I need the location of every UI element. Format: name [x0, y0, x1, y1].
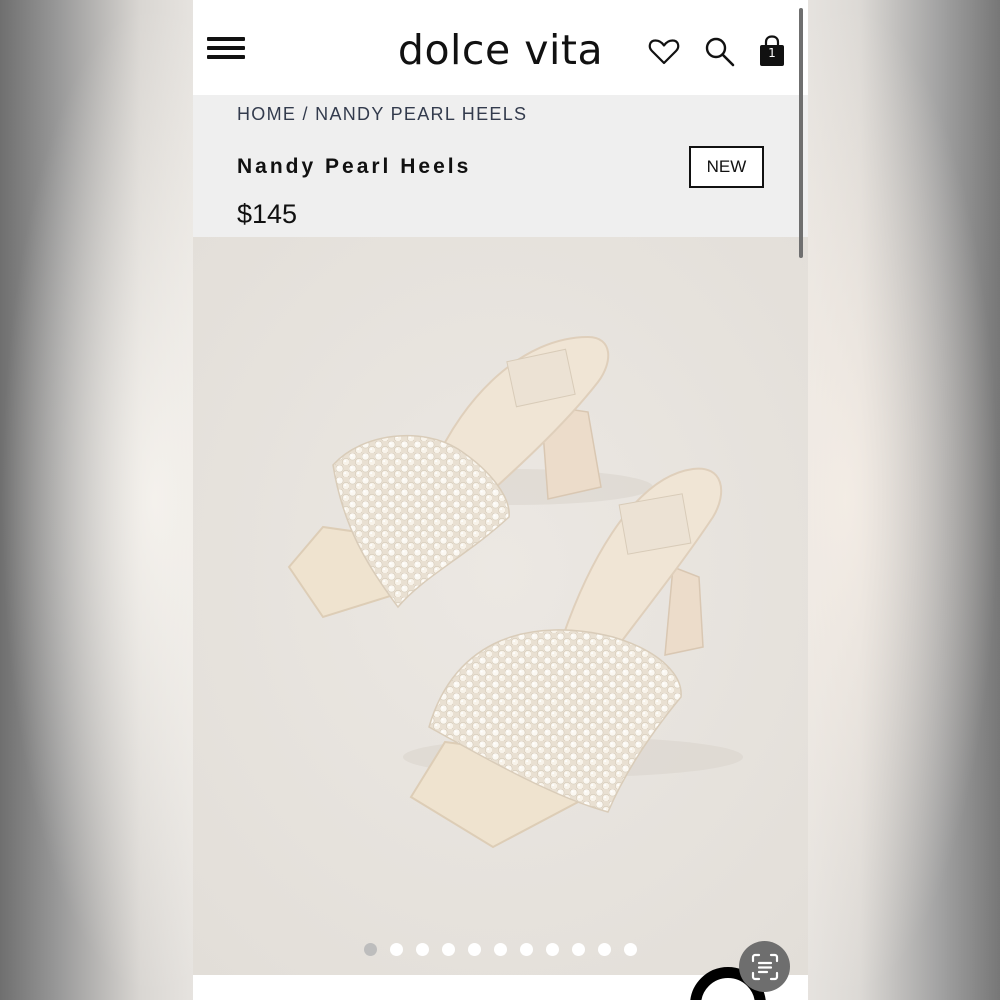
product-price: $145	[237, 199, 298, 229]
site-header: dolce vita 1	[193, 0, 808, 95]
scrollbar[interactable]	[799, 8, 803, 258]
scan-text-icon[interactable]	[739, 941, 790, 992]
gallery-dot[interactable]	[546, 943, 559, 956]
phone-screen: dolce vita 1 HOME / NANDY PEARL HEELS Na…	[193, 0, 808, 1000]
breadcrumb-separator: /	[302, 104, 309, 124]
breadcrumb-home-link[interactable]: HOME	[237, 104, 296, 124]
cart-count-badge: 1	[768, 46, 776, 60]
gallery-dot[interactable]	[442, 943, 455, 956]
heart-icon[interactable]	[646, 34, 682, 70]
background-right	[808, 0, 1000, 1000]
gallery-dot[interactable]	[468, 943, 481, 956]
gallery-pagination	[193, 943, 808, 956]
new-badge: NEW	[689, 146, 764, 188]
gallery-dot[interactable]	[572, 943, 585, 956]
gallery-dot[interactable]	[416, 943, 429, 956]
gallery-dot[interactable]	[598, 943, 611, 956]
product-photo	[193, 237, 808, 975]
search-icon[interactable]	[702, 34, 738, 70]
background-left	[0, 0, 193, 1000]
product-info: HOME / NANDY PEARL HEELS Nandy Pearl Hee…	[193, 95, 808, 237]
gallery-dot[interactable]	[364, 943, 377, 956]
gallery-dot[interactable]	[624, 943, 637, 956]
breadcrumb: HOME / NANDY PEARL HEELS	[237, 104, 527, 125]
gallery-dot[interactable]	[390, 943, 403, 956]
breadcrumb-current-link[interactable]: NANDY PEARL HEELS	[315, 104, 527, 124]
gallery-dot[interactable]	[494, 943, 507, 956]
shopping-bag-icon[interactable]: 1	[754, 34, 790, 70]
product-title: Nandy Pearl Heels	[237, 155, 472, 178]
gallery-dot[interactable]	[520, 943, 533, 956]
product-image-gallery[interactable]	[193, 237, 808, 975]
